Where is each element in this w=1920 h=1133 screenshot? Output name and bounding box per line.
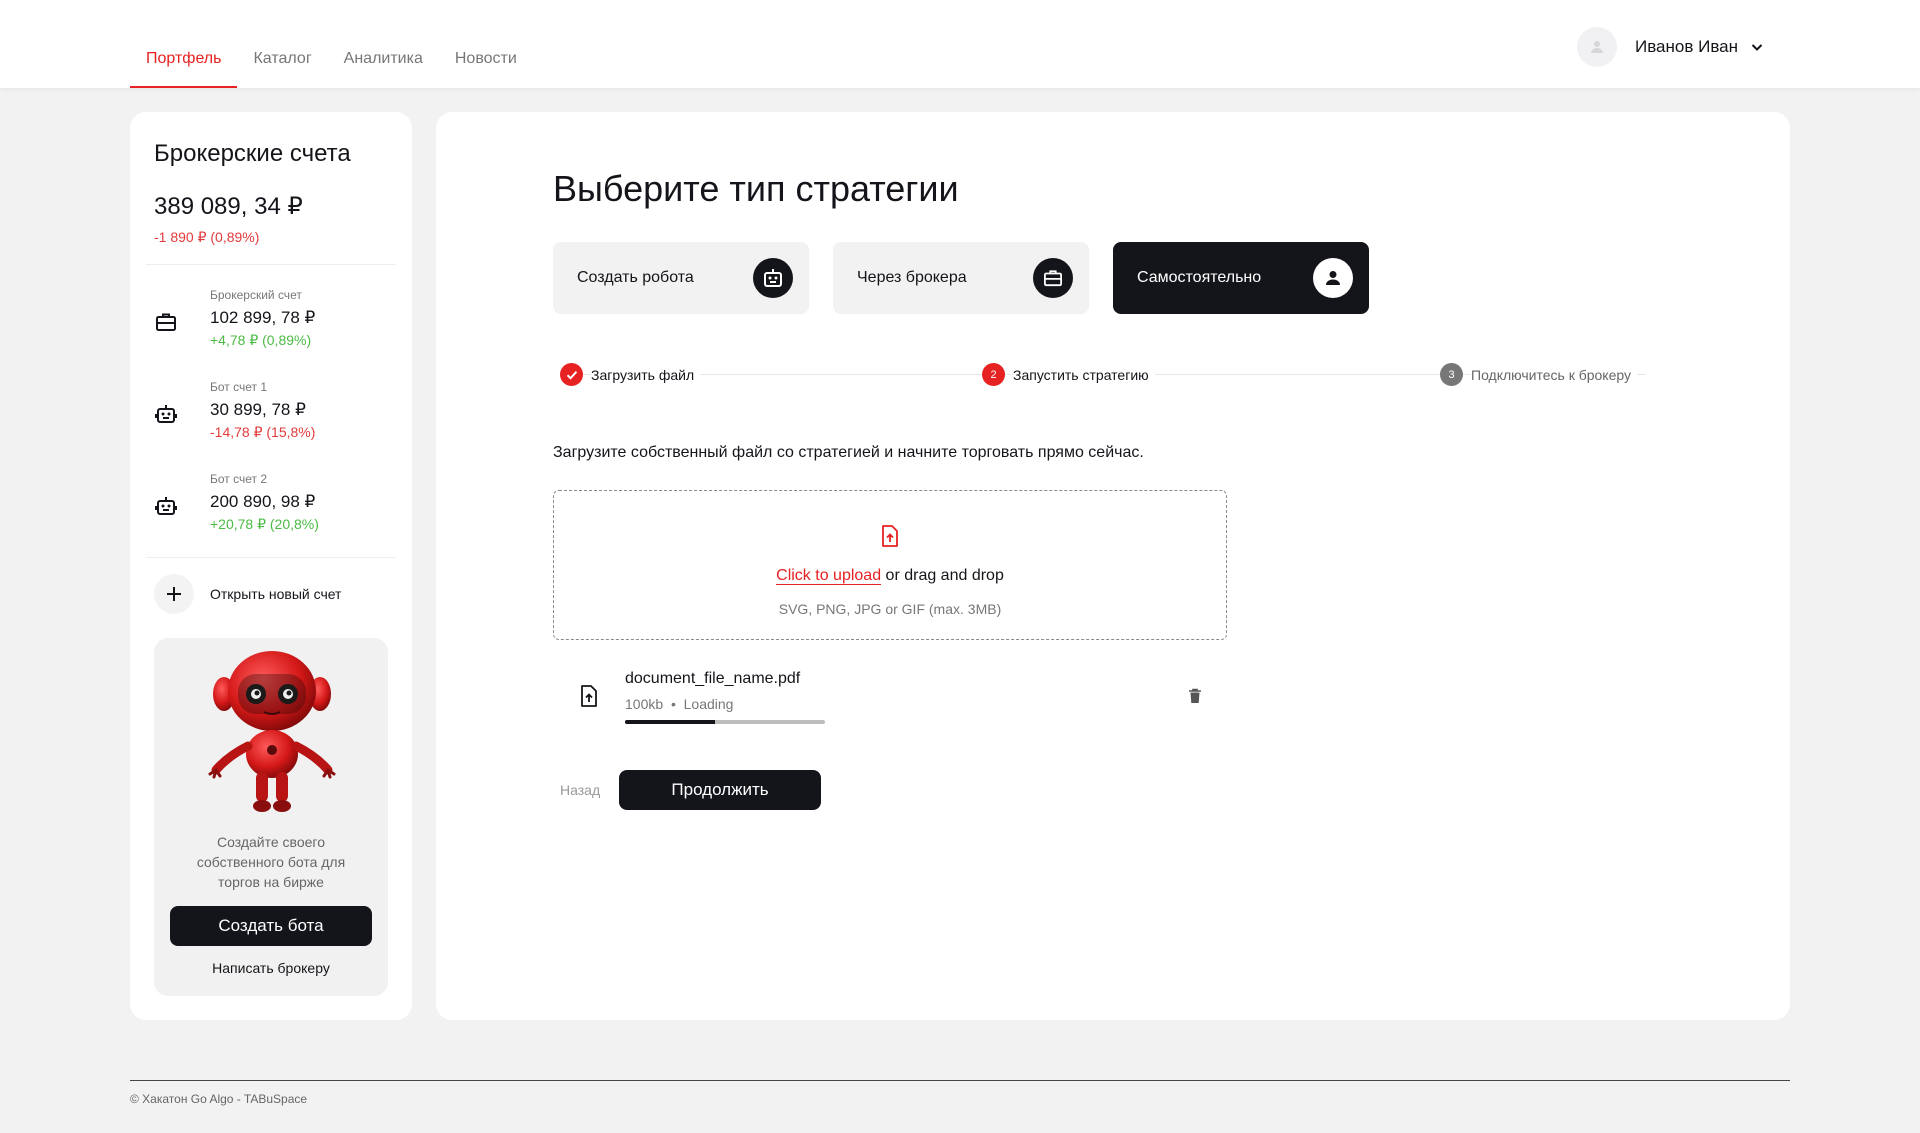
- open-new-account-button[interactable]: Открыть новый счет: [154, 574, 341, 614]
- continue-button[interactable]: Продолжить: [619, 770, 821, 810]
- plus-icon: [154, 574, 194, 614]
- strategy-option-via-broker[interactable]: Через брокера: [833, 242, 1089, 314]
- strategy-card: Выберите тип стратегии Создать робота Че…: [436, 112, 1790, 1020]
- promo-text: Создайте своего собственного бота для то…: [196, 834, 346, 890]
- step-label: Запустить стратегию: [1013, 366, 1155, 383]
- file-upload-icon: [577, 684, 601, 708]
- robot-mascot-image: [208, 651, 336, 812]
- account-label: Бот счет 2: [210, 472, 268, 486]
- create-bot-button[interactable]: Создать бота: [170, 906, 372, 946]
- briefcase-icon: [1033, 258, 1073, 298]
- file-meta: 100kb • Loading: [625, 696, 733, 712]
- sidebar-title: Брокерские счета: [154, 140, 351, 167]
- nav-item-portfolio[interactable]: Портфель: [130, 0, 238, 88]
- back-button[interactable]: Назад: [560, 782, 600, 798]
- nav-item-news[interactable]: Новости: [439, 0, 533, 88]
- open-new-account-label: Открыть новый счет: [210, 586, 342, 602]
- user-icon: [1591, 41, 1603, 53]
- strategy-option-label: Через брокера: [857, 269, 967, 286]
- meta-separator: •: [670, 696, 676, 712]
- step-run-strategy: 2 Запустить стратегию: [982, 363, 1155, 386]
- step-upload-file: Загрузить файл: [560, 363, 701, 386]
- check-icon: [560, 363, 583, 386]
- dropzone-text: Click to upload or drag and drop: [554, 567, 1226, 585]
- step-number: 2: [982, 363, 1005, 386]
- nav-item-analytics[interactable]: Аналитика: [328, 0, 439, 88]
- user-menu[interactable]: Иванов Иван: [1577, 27, 1764, 67]
- user-name: Иванов Иван: [1635, 37, 1739, 56]
- total-balance-change: -1 890 ₽ (0,89%): [154, 229, 260, 245]
- person-icon: [1313, 258, 1353, 298]
- click-to-upload-link[interactable]: Click to upload: [776, 567, 882, 585]
- step-label: Загрузить файл: [591, 366, 701, 383]
- account-item-bot-2[interactable]: Бот счет 2 200 890, 98 ₽ +20,78 ₽ (20,8%…: [130, 472, 412, 544]
- upload-progress-bar: [625, 720, 825, 724]
- robot-icon: [154, 494, 178, 518]
- footer-divider: [130, 1080, 1790, 1081]
- nav-item-catalog[interactable]: Каталог: [237, 0, 327, 88]
- account-value: 30 899, 78 ₽: [210, 400, 306, 419]
- account-change: +4,78 ₽ (0,89%): [210, 332, 312, 348]
- account-change: +20,78 ₽ (20,8%): [210, 516, 319, 532]
- write-to-broker-link[interactable]: Написать брокеру: [154, 960, 388, 976]
- dropzone-hint: SVG, PNG, JPG or GIF (max. 3MB): [778, 601, 1002, 617]
- step-label: Подключитесь к брокеру: [1471, 366, 1637, 383]
- step-number: 3: [1440, 363, 1463, 386]
- account-item-bot-1[interactable]: Бот счет 1 30 899, 78 ₽ -14,78 ₽ (15,8%): [130, 380, 412, 452]
- chevron-down-icon[interactable]: [1750, 40, 1764, 54]
- account-label: Брокерский счет: [210, 288, 302, 302]
- account-item-broker[interactable]: Брокерский счет 102 899, 78 ₽ +4,78 ₽ (0…: [130, 288, 412, 360]
- strategy-option-create-robot[interactable]: Создать робота: [553, 242, 809, 314]
- account-change: -14,78 ₽ (15,8%): [210, 424, 316, 440]
- file-name: document_file_name.pdf: [625, 670, 801, 687]
- account-label: Бот счет 1: [210, 380, 268, 394]
- step-connect-broker: 3 Подключитесь к брокеру: [1440, 363, 1637, 386]
- create-bot-promo: Создайте своего собственного бота для то…: [154, 638, 388, 996]
- strategy-option-label: Самостоятельно: [1137, 269, 1262, 286]
- drag-and-drop-text: or drag and drop: [881, 567, 1004, 584]
- total-balance: 389 089, 34 ₽: [154, 193, 303, 220]
- strategy-option-label: Создать робота: [577, 269, 694, 286]
- footer-copyright: © Хакатон Go Algo - TABuSpace: [130, 1092, 308, 1106]
- robot-icon: [154, 402, 178, 426]
- briefcase-icon: [154, 310, 178, 334]
- accounts-sidebar: Брокерские счета 389 089, 34 ₽ -1 890 ₽ …: [130, 112, 412, 1020]
- avatar: [1577, 27, 1617, 67]
- trash-icon[interactable]: [1185, 686, 1205, 706]
- page-title: Выберите тип стратегии: [553, 168, 959, 209]
- uploaded-file-item: document_file_name.pdf 100kb • Loading: [553, 668, 1227, 738]
- strategy-option-self[interactable]: Самостоятельно: [1113, 242, 1369, 314]
- top-header: Портфель Каталог Аналитика Новости Ивано…: [0, 0, 1920, 88]
- account-value: 200 890, 98 ₽: [210, 492, 316, 511]
- robot-icon: [753, 258, 793, 298]
- upload-progress-fill: [625, 720, 715, 724]
- divider: [146, 264, 396, 265]
- file-status: Loading: [683, 696, 734, 712]
- divider: [146, 557, 396, 558]
- account-value: 102 899, 78 ₽: [210, 308, 316, 327]
- main-nav: Портфель Каталог Аналитика Новости: [130, 0, 533, 88]
- file-upload-icon: [877, 523, 903, 549]
- upload-description: Загрузите собственный файл со стратегией…: [553, 444, 1144, 461]
- file-dropzone[interactable]: Click to upload or drag and drop SVG, PN…: [553, 490, 1227, 640]
- file-size: 100kb: [625, 696, 664, 712]
